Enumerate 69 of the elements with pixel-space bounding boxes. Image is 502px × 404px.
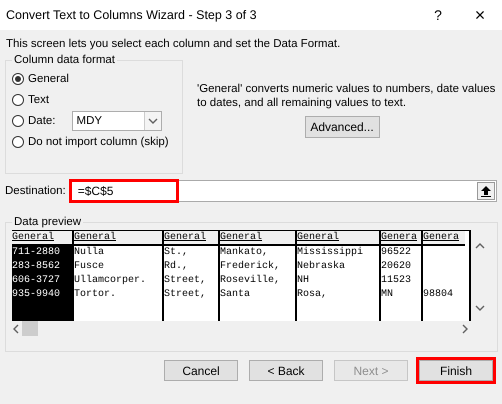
preview-column[interactable]: General Mississippi Nebraska NH Rosa, [297,231,381,321]
table-cell-text: NH [297,274,310,288]
preview-column[interactable]: Genera 98804 [423,231,465,321]
preview-column[interactable]: General Mankato, Frederick, Roseville, Santa [220,231,297,321]
table-cell-text: Roseville, [220,274,282,288]
table-cell-text: 20620 [381,260,412,274]
table-cell-text: 283-8562 [12,260,62,274]
table-cell-text: Nulla [74,246,106,260]
table-cell-text: 935-9940 [12,288,62,302]
option-label[interactable]: Text [28,94,50,106]
column-header[interactable]: General [164,231,218,246]
dialog-button[interactable]: < Back [249,360,323,381]
column-header[interactable]: General [297,231,379,246]
column-header[interactable]: Genera [423,231,465,246]
radio-button[interactable] [12,94,24,106]
radio-button[interactable] [12,114,24,126]
table-cell-text: 96522 [381,246,412,260]
up-arrow-icon [481,186,491,196]
table-cell-text: 606-3727 [12,274,62,288]
collapse-button[interactable] [477,182,495,200]
table-cell-text: Mississippi [297,246,364,260]
table-cell-text: 11523 [381,274,412,288]
table-cell-text: Rosa, [297,288,328,302]
table-cell-text: Street, [164,274,208,288]
scroll-up-icon[interactable] [475,242,485,250]
preview-column[interactable]: Genera 96522 20620 11523 MN [381,231,423,321]
instruction-text: This screen lets you select each column and set the Data Format. [6,38,342,50]
table-cell-text: Santa [220,288,252,302]
column-header[interactable]: Genera [381,231,421,246]
group-title: Data preview [13,216,82,228]
radio-button[interactable] [12,72,24,84]
close-button[interactable]: × [458,4,502,26]
table-cell-text: Nebraska [297,260,346,274]
table-cell-text: 711-2880 [12,246,62,260]
table-cell-text: Ullamcorper. [74,274,148,288]
scroll-left-icon[interactable] [12,324,20,334]
column-header[interactable]: General [74,231,162,246]
description-text: 'General' converts numeric values to numbers, date values to dates, and all remaining values to text. [197,82,496,110]
table-cell-text: Mankato, [220,246,270,260]
table-cell-text: Tortor. [74,288,118,302]
preview-column[interactable]: General Nulla Fusce Ullamcorper. Tortor. [74,231,164,321]
table-cell-text: Rd., [164,260,190,274]
column-header[interactable]: General [12,231,72,246]
scrollbar-thumb[interactable] [22,321,38,336]
table-cell-text: Street, [164,288,208,302]
dialog-button[interactable]: Finish [419,360,493,381]
group-title: Column data format [13,54,116,66]
scroll-right-icon[interactable] [461,324,469,334]
date-format-dropdown[interactable]: MDY [72,110,162,130]
destination-field[interactable]: =$C$5 [70,180,497,202]
option-label[interactable]: Date: [28,114,56,126]
table-cell-text: Frederick, [220,260,282,274]
table-cell-text: Fusce [74,260,106,274]
advanced-button[interactable]: Advanced... [304,116,380,138]
scroll-down-icon[interactable] [475,304,485,312]
radio-button[interactable] [12,136,24,148]
help-button[interactable]: ? [418,7,458,23]
window-title: Convert Text to Columns Wizard - Step 3 of 3 [6,8,258,22]
chevron-down-icon[interactable] [148,116,158,124]
table-cell-text: MN [381,288,394,302]
column-header[interactable]: General [220,231,295,246]
preview-column[interactable]: General 711-2880 283-8562 606-3727 935-9940 [12,231,74,321]
dialog-button[interactable]: Cancel [164,360,238,381]
destination-label: Destination: [5,185,66,197]
option-label[interactable]: Do not import column (skip) [28,136,169,148]
preview-column[interactable]: General St., Rd., Street, Street, [164,231,220,321]
option-label[interactable]: General [28,72,69,84]
table-cell-text: St., [164,246,190,260]
table-cell-text: 98804 [423,288,454,302]
